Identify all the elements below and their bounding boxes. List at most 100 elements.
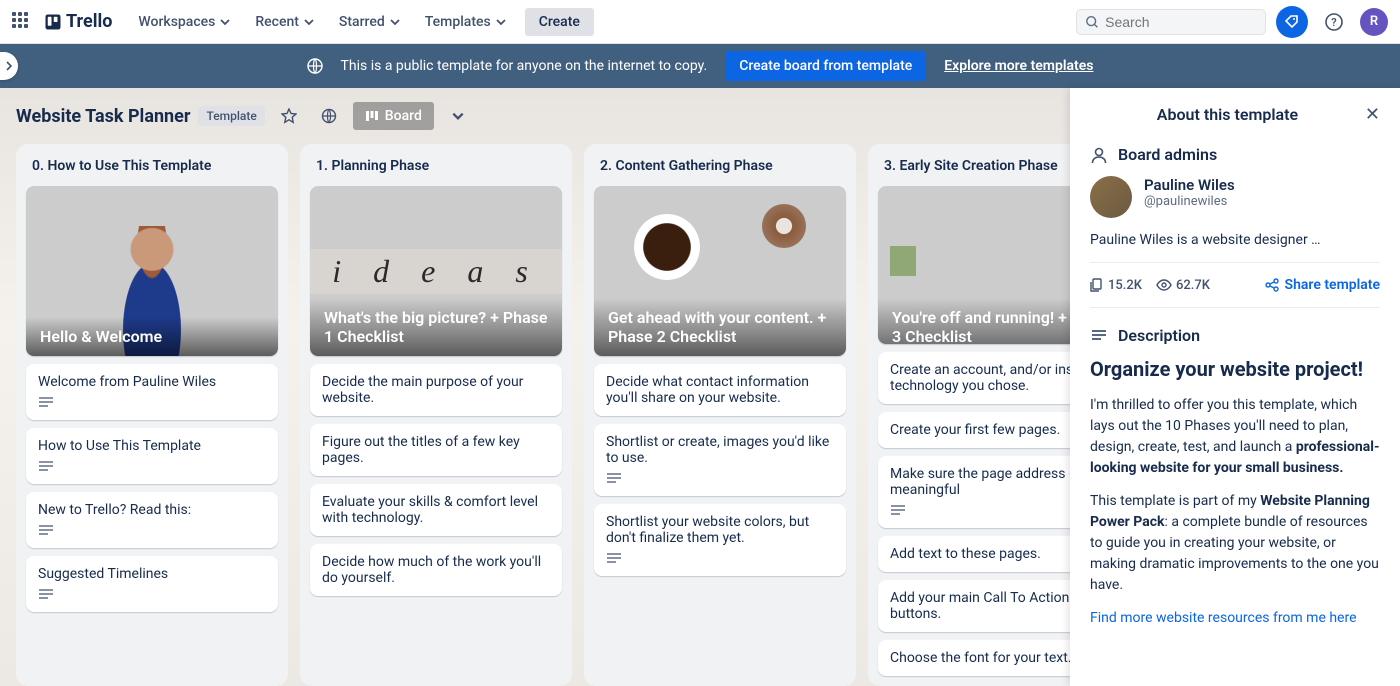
chevron-down-icon <box>219 16 231 28</box>
description-body: I'm thrilled to offer you this template,… <box>1090 395 1380 629</box>
list-title[interactable]: 1. Planning Phase <box>310 154 562 178</box>
card-text: Decide the main purpose of your website. <box>322 374 550 406</box>
search-icon <box>1085 14 1099 30</box>
close-panel-button[interactable]: ✕ <box>1365 104 1380 125</box>
chevron-down-icon <box>389 16 401 28</box>
share-template-link[interactable]: Share template <box>1265 277 1380 293</box>
nav-workspaces[interactable]: Workspaces <box>128 8 241 36</box>
board-title: Website Task Planner <box>16 106 190 127</box>
template-banner: This is a public template for anyone on … <box>0 44 1400 88</box>
explore-templates-link[interactable]: Explore more templates <box>944 58 1093 74</box>
list-title[interactable]: 2. Content Gathering Phase <box>594 154 846 178</box>
stats-row: 15.2K 62.7K Share template <box>1090 262 1380 308</box>
trello-icon <box>44 13 62 31</box>
cover-image: i d e a sWhat's the big picture? + Phase… <box>310 186 562 356</box>
search-input[interactable] <box>1105 14 1257 30</box>
chevron-down-icon <box>303 16 315 28</box>
list: 2. Content Gathering Phase Get ahead with… <box>584 144 856 686</box>
cover-image: Hello & Welcome <box>26 186 278 356</box>
view-switcher-button[interactable] <box>442 100 474 132</box>
apps-switcher-icon[interactable] <box>12 12 32 32</box>
admin-name: Pauline Wiles <box>1144 176 1235 194</box>
list: 0. How to Use This Template Hello & Welco… <box>16 144 288 686</box>
create-button[interactable]: Create <box>525 8 594 36</box>
description-icon <box>606 552 622 566</box>
description-icon <box>38 588 54 602</box>
nav-recent[interactable]: Recent <box>245 8 325 36</box>
svg-text:?: ? <box>1331 16 1336 29</box>
copy-icon <box>1090 278 1104 292</box>
card[interactable]: New to Trello? Read this: <box>26 492 278 548</box>
about-template-panel: About this template ✕ Board admins Pauli… <box>1070 88 1400 686</box>
person-icon <box>1090 146 1108 164</box>
description-icon <box>606 472 622 486</box>
trello-logo[interactable]: Trello <box>44 11 112 32</box>
card-text: Figure out the titles of a few key pages… <box>322 434 550 466</box>
card[interactable]: Shortlist or create, images you'd like t… <box>594 424 846 496</box>
description-icon <box>38 460 54 474</box>
card-text: Welcome from Pauline Wiles <box>38 374 266 390</box>
notifications-button[interactable] <box>1276 6 1308 38</box>
card[interactable]: Welcome from Pauline Wiles <box>26 364 278 420</box>
tag-icon <box>1284 14 1300 30</box>
more-resources-link[interactable]: Find more website resources from me here <box>1090 610 1357 626</box>
chevron-down-icon <box>495 16 507 28</box>
search-box[interactable] <box>1076 9 1266 35</box>
banner-text: This is a public template for anyone on … <box>341 58 708 74</box>
expand-sidebar-tab[interactable] <box>0 52 18 80</box>
user-avatar[interactable]: R <box>1360 8 1388 36</box>
card-meta <box>606 552 834 566</box>
card[interactable]: How to Use This Template <box>26 428 278 484</box>
chevron-down-icon <box>451 109 465 123</box>
cover-image: Get ahead with your content. + Phase 2 C… <box>594 186 846 356</box>
globe-icon <box>307 58 323 74</box>
cover-label: Hello & Welcome <box>26 317 278 356</box>
card-meta <box>606 472 834 486</box>
card[interactable]: Decide the main purpose of your website. <box>310 364 562 416</box>
card-text: Shortlist or create, images you'd like t… <box>606 434 834 466</box>
description-icon <box>1090 327 1108 345</box>
board-view-button[interactable]: Board <box>353 102 434 130</box>
description-icon <box>38 524 54 538</box>
card[interactable]: Suggested Timelines <box>26 556 278 612</box>
template-badge[interactable]: Template <box>198 106 264 126</box>
eye-icon <box>1156 278 1172 292</box>
create-board-from-template-button[interactable]: Create board from template <box>725 51 926 81</box>
cover-card[interactable]: Get ahead with your content. + Phase 2 C… <box>594 186 846 356</box>
star-icon <box>281 108 297 124</box>
logo-text: Trello <box>66 11 112 32</box>
description-label: Description <box>1090 326 1380 345</box>
top-navigation: Trello Workspaces Recent Starred Templat… <box>0 0 1400 44</box>
card[interactable]: Evaluate your skills & comfort level wit… <box>310 484 562 536</box>
admin-row[interactable]: Pauline Wiles @paulinewiles <box>1090 176 1380 218</box>
card[interactable]: Shortlist your website colors, but don't… <box>594 504 846 576</box>
card-text: New to Trello? Read this: <box>38 502 266 518</box>
card-text: Evaluate your skills & comfort level wit… <box>322 494 550 526</box>
card[interactable]: Decide what contact information you'll s… <box>594 364 846 416</box>
description-icon <box>890 504 906 518</box>
star-button[interactable] <box>273 100 305 132</box>
description-title: Organize your website project! <box>1090 357 1380 381</box>
cover-card[interactable]: i d e a sWhat's the big picture? + Phase… <box>310 186 562 356</box>
list: 1. Planning Phase i d e a sWhat's the big… <box>300 144 572 686</box>
copies-stat: 15.2K <box>1090 278 1142 293</box>
card-meta <box>38 588 266 602</box>
list-title[interactable]: 0. How to Use This Template <box>26 154 278 178</box>
cover-card[interactable]: Hello & Welcome <box>26 186 278 356</box>
chevron-right-icon <box>4 61 14 71</box>
nav-templates[interactable]: Templates <box>415 8 517 36</box>
cover-label: Get ahead with your content. + Phase 2 C… <box>594 298 846 356</box>
nav-starred[interactable]: Starred <box>329 8 411 36</box>
share-icon <box>1265 278 1279 292</box>
board-icon <box>365 109 379 123</box>
card-meta <box>38 460 266 474</box>
admin-avatar <box>1090 176 1132 218</box>
card[interactable]: Figure out the titles of a few key pages… <box>310 424 562 476</box>
help-button[interactable]: ? <box>1318 6 1350 38</box>
admin-bio: Pauline Wiles is a website designer … <box>1090 232 1380 248</box>
cover-label: What's the big picture? + Phase 1 Checkl… <box>310 298 562 356</box>
visibility-button[interactable] <box>313 100 345 132</box>
card-meta <box>38 524 266 538</box>
card[interactable]: Decide how much of the work you'll do yo… <box>310 544 562 596</box>
board-admins-label: Board admins <box>1090 145 1380 164</box>
